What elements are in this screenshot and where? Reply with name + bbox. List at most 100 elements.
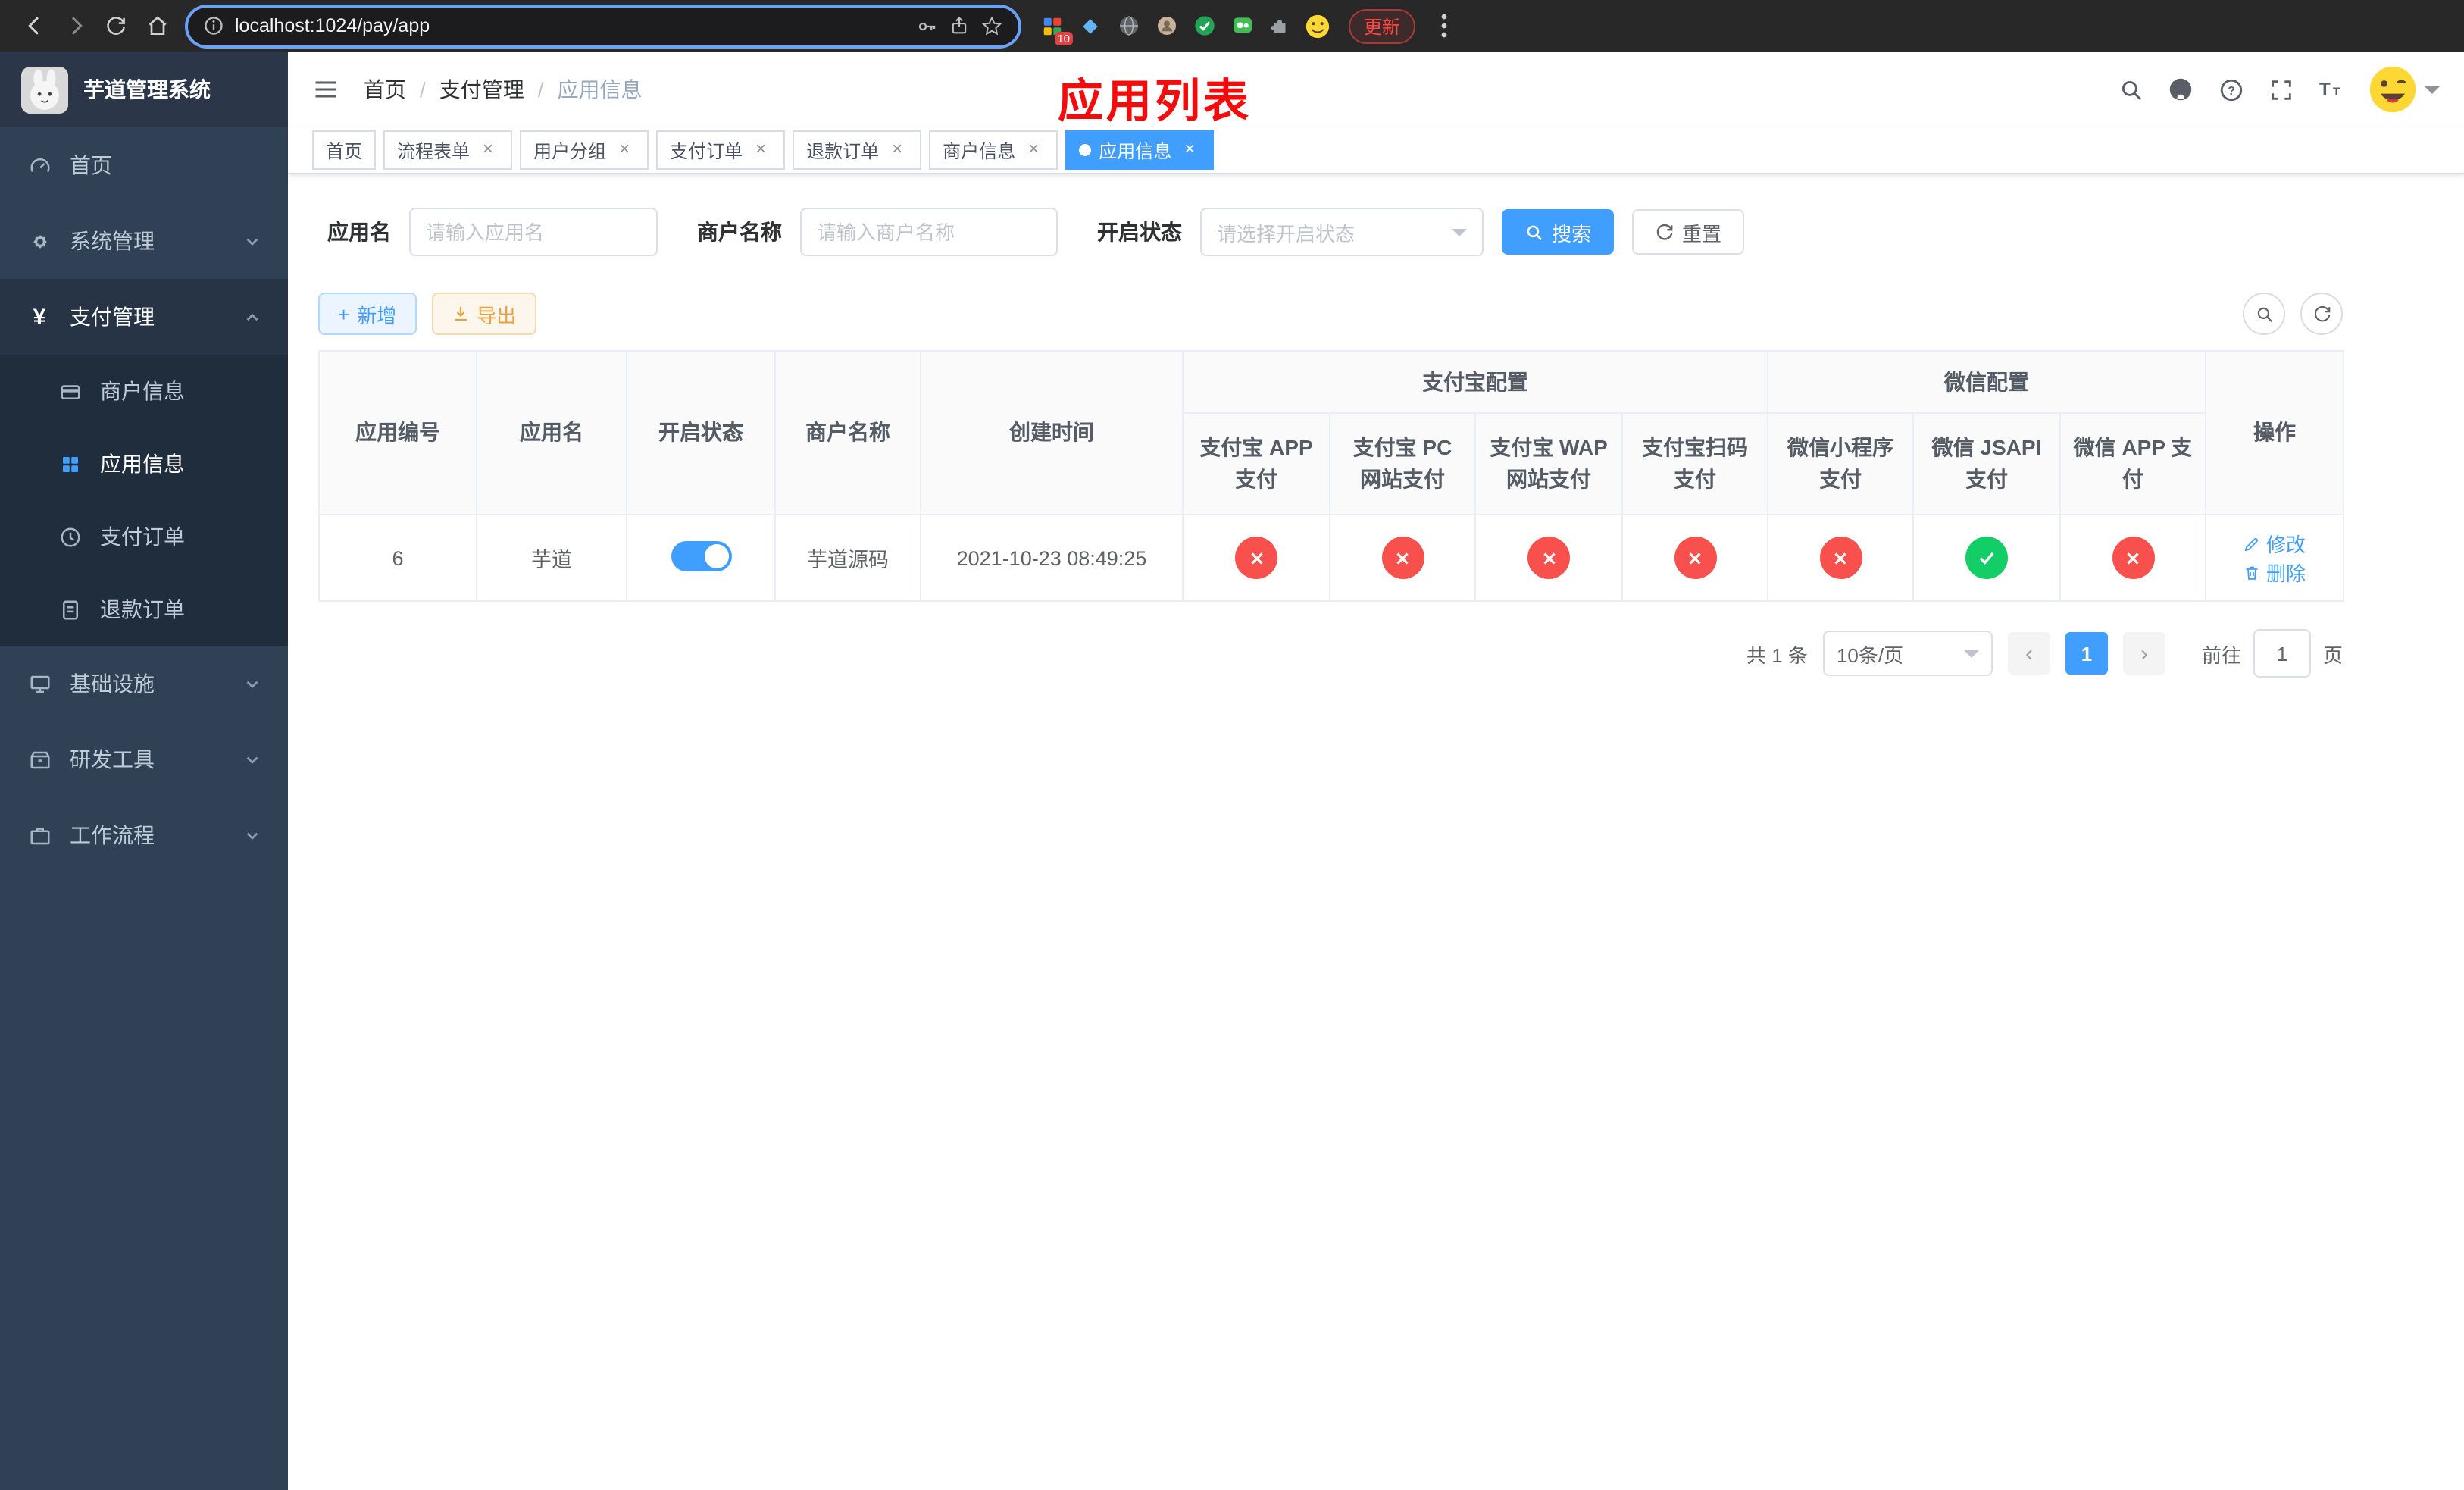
- refund-doc-icon: [58, 598, 82, 621]
- status-select[interactable]: 请选择开启状态: [1200, 208, 1484, 256]
- sidebar-item-home[interactable]: 首页: [0, 127, 288, 203]
- toolbox-icon: [27, 748, 52, 771]
- search-button[interactable]: 搜索: [1502, 209, 1615, 255]
- page-size-select[interactable]: 10条/页: [1822, 631, 1993, 676]
- browser-toolbar: localhost:1024/pay/app 10 更新: [0, 0, 2464, 52]
- main-area: 首页 / 支付管理 / 应用信息 应用列表 ? T T 首页 流程表单 × 用户…: [288, 52, 2464, 1490]
- sidebar-item-infrastructure[interactable]: 基础设施: [0, 646, 288, 722]
- refresh-icon[interactable]: [2300, 293, 2343, 335]
- sidebar-item-system[interactable]: 系统管理: [0, 203, 288, 279]
- breadcrumb-payment[interactable]: 支付管理: [439, 74, 524, 105]
- help-icon[interactable]: ?: [2217, 76, 2244, 103]
- sidebar-item-payment[interactable]: ¥ 支付管理: [0, 279, 288, 355]
- share-icon[interactable]: [949, 15, 970, 36]
- extension-diamond-icon[interactable]: [1077, 13, 1103, 39]
- tab-user-group[interactable]: 用户分组 ×: [520, 130, 649, 170]
- tab-merchant-info[interactable]: 商户信息 ×: [929, 130, 1058, 170]
- app-name-input[interactable]: [409, 208, 658, 256]
- browser-forward-icon[interactable]: [56, 7, 94, 45]
- plus-icon: +: [338, 302, 350, 325]
- extension-grid-icon[interactable]: 10: [1040, 13, 1073, 45]
- tab-app-info[interactable]: 应用信息 ×: [1065, 130, 1215, 170]
- reset-button[interactable]: 重置: [1632, 209, 1745, 255]
- sidebar-item-app-info[interactable]: 应用信息: [0, 427, 288, 500]
- close-icon[interactable]: ×: [1179, 139, 1200, 161]
- extension-globe-icon[interactable]: [1115, 13, 1141, 39]
- screen: localhost:1024/pay/app 10 更新 芋道管理系统 首页 系…: [0, 0, 2464, 1490]
- add-button[interactable]: + 新增: [318, 293, 417, 335]
- page-info-icon[interactable]: [203, 15, 224, 36]
- bookmark-star-icon[interactable]: [980, 14, 1003, 37]
- close-icon[interactable]: ×: [750, 139, 771, 161]
- col-alipay-wap: 支付宝 WAP 网站支付: [1474, 412, 1623, 515]
- merchant-name-input[interactable]: [800, 208, 1058, 256]
- github-icon[interactable]: [2167, 76, 2194, 103]
- tab-home[interactable]: 首页: [312, 130, 377, 170]
- chevron-down-icon: [1963, 650, 1979, 665]
- col-actions: 操作: [2205, 350, 2344, 515]
- prev-page-button[interactable]: ‹: [2007, 632, 2050, 675]
- tab-refund-orders[interactable]: 退款订单 ×: [793, 130, 922, 170]
- search-icon[interactable]: [2117, 76, 2144, 103]
- monitor-icon: [27, 672, 52, 695]
- page-title-annotation: 应用列表: [1058, 77, 1252, 127]
- table-row: 6 芋道 芋道源码 2021-10-23 08:49:25 修改 删除: [318, 514, 2344, 602]
- sidebar-item-devtools[interactable]: 研发工具: [0, 722, 288, 797]
- current-page-button[interactable]: 1: [2065, 632, 2108, 675]
- user-menu[interactable]: [2367, 64, 2440, 115]
- font-size-icon[interactable]: TT: [2317, 76, 2344, 103]
- goto-page-input[interactable]: [2253, 629, 2311, 678]
- browser-home-icon[interactable]: [138, 7, 176, 45]
- close-icon[interactable]: ×: [886, 139, 908, 161]
- tab-process-form[interactable]: 流程表单 ×: [383, 130, 513, 170]
- col-status: 开启状态: [626, 350, 776, 515]
- hamburger-icon[interactable]: [312, 76, 339, 103]
- export-button[interactable]: 导出: [431, 293, 536, 335]
- close-icon[interactable]: ×: [614, 139, 635, 161]
- user-avatar[interactable]: [2367, 64, 2419, 115]
- browser-update-button[interactable]: 更新: [1349, 8, 1416, 43]
- close-icon[interactable]: ×: [1023, 139, 1044, 161]
- show-search-icon[interactable]: [2243, 293, 2285, 335]
- delete-link[interactable]: 删除: [2244, 558, 2306, 587]
- profile-emoji-icon[interactable]: [1305, 13, 1330, 39]
- breadcrumb-home[interactable]: 首页: [364, 74, 406, 105]
- tags-view-bar: 首页 流程表单 × 用户分组 × 支付订单 × 退款订单 × 商户信息 × 应用…: [288, 127, 2464, 174]
- sidebar-item-refund-orders[interactable]: 退款订单: [0, 573, 288, 646]
- breadcrumb: 首页 / 支付管理 / 应用信息: [364, 74, 643, 105]
- merchant-name-label: 商户名称: [697, 220, 782, 244]
- edit-link[interactable]: 修改: [2244, 529, 2306, 558]
- extension-check-icon[interactable]: [1191, 13, 1217, 39]
- chevron-up-icon: [244, 308, 261, 325]
- password-key-icon[interactable]: [915, 14, 938, 37]
- extension-avatar-icon[interactable]: [1153, 13, 1179, 39]
- order-clock-icon: [58, 525, 82, 548]
- tab-payment-orders[interactable]: 支付订单 ×: [656, 130, 786, 170]
- breadcrumb-current: 应用信息: [557, 77, 643, 102]
- fullscreen-icon[interactable]: [2267, 76, 2294, 103]
- goto-page-group: 前往 页: [2202, 629, 2343, 678]
- table-tools: [2243, 293, 2343, 335]
- chevron-down-icon[interactable]: [2425, 86, 2440, 102]
- active-dot-icon: [1079, 144, 1092, 156]
- close-icon[interactable]: ×: [477, 139, 499, 161]
- sidebar-item-merchant-info[interactable]: 商户信息: [0, 355, 288, 427]
- sidebar-item-payment-orders[interactable]: 支付订单: [0, 500, 288, 573]
- sidebar-item-workflow[interactable]: 工作流程: [0, 797, 288, 873]
- page-unit-label: 页: [2322, 643, 2343, 666]
- chevron-down-icon: [1452, 228, 1467, 243]
- address-bar[interactable]: localhost:1024/pay/app: [188, 7, 1018, 45]
- svg-text:T: T: [2319, 80, 2331, 100]
- extension-chat-icon[interactable]: [1229, 13, 1255, 39]
- app-title: 芋道管理系统: [83, 77, 211, 102]
- extension-puzzle-icon[interactable]: [1267, 13, 1293, 39]
- browser-reload-icon[interactable]: [97, 7, 135, 45]
- browser-back-icon[interactable]: [15, 7, 53, 45]
- dashboard-icon: [27, 154, 52, 177]
- next-page-button[interactable]: ›: [2122, 632, 2165, 675]
- col-app-id: 应用编号: [318, 350, 477, 515]
- browser-menu-icon[interactable]: [1431, 14, 1458, 38]
- apps-table: 应用编号 应用名 开启状态 商户名称 创建时间 支付宝配置 微信配置 操作 支付…: [318, 350, 2344, 602]
- alipay-pc-status-icon: [1381, 537, 1424, 579]
- enabled-toggle[interactable]: [671, 540, 731, 571]
